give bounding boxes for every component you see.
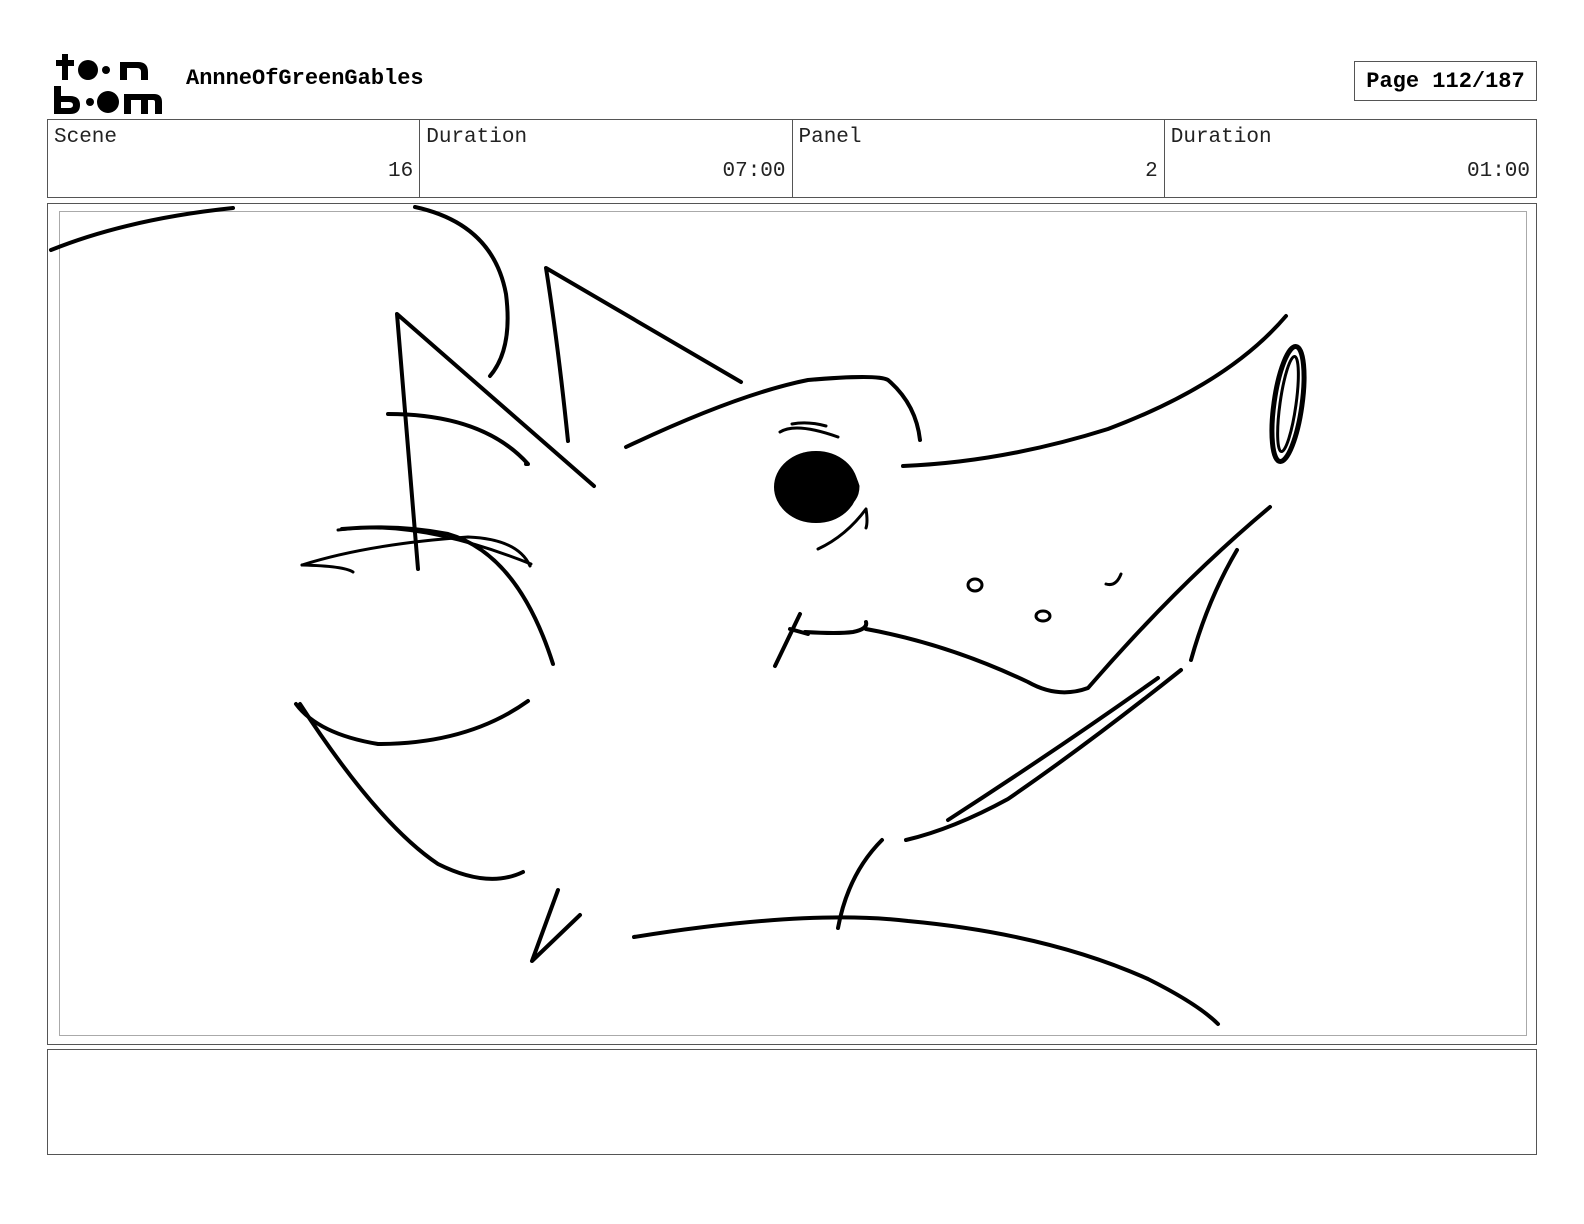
scene-duration-label: Duration [426,126,528,149]
panel-notes [47,1049,1537,1155]
panel-duration-cell: Duration 01:00 [1165,120,1536,197]
panel-duration-value: 01:00 [1466,160,1530,183]
panel-cell: Panel 2 [793,120,1165,197]
fox-head-sketch [49,205,1307,1026]
scene-cell: Scene 16 [48,120,421,197]
scene-duration-value: 07:00 [722,160,786,183]
panel-info-table: Scene 16 Duration 07:00 Panel 2 Duration… [47,119,1537,198]
scene-value: 16 [388,160,414,183]
panel-duration-label: Duration [1170,126,1272,149]
panel-value: 2 [1145,160,1158,183]
toon-boom-logo-icon [54,54,162,114]
scene-duration-cell: Duration 07:00 [420,120,793,197]
panel-label: Panel [798,126,862,149]
project-title: AnnneOfGreenGables [186,66,424,91]
scene-label: Scene [54,126,118,149]
page-counter: Page 112/187 [1354,61,1537,101]
storyboard-panel [47,203,1537,1045]
